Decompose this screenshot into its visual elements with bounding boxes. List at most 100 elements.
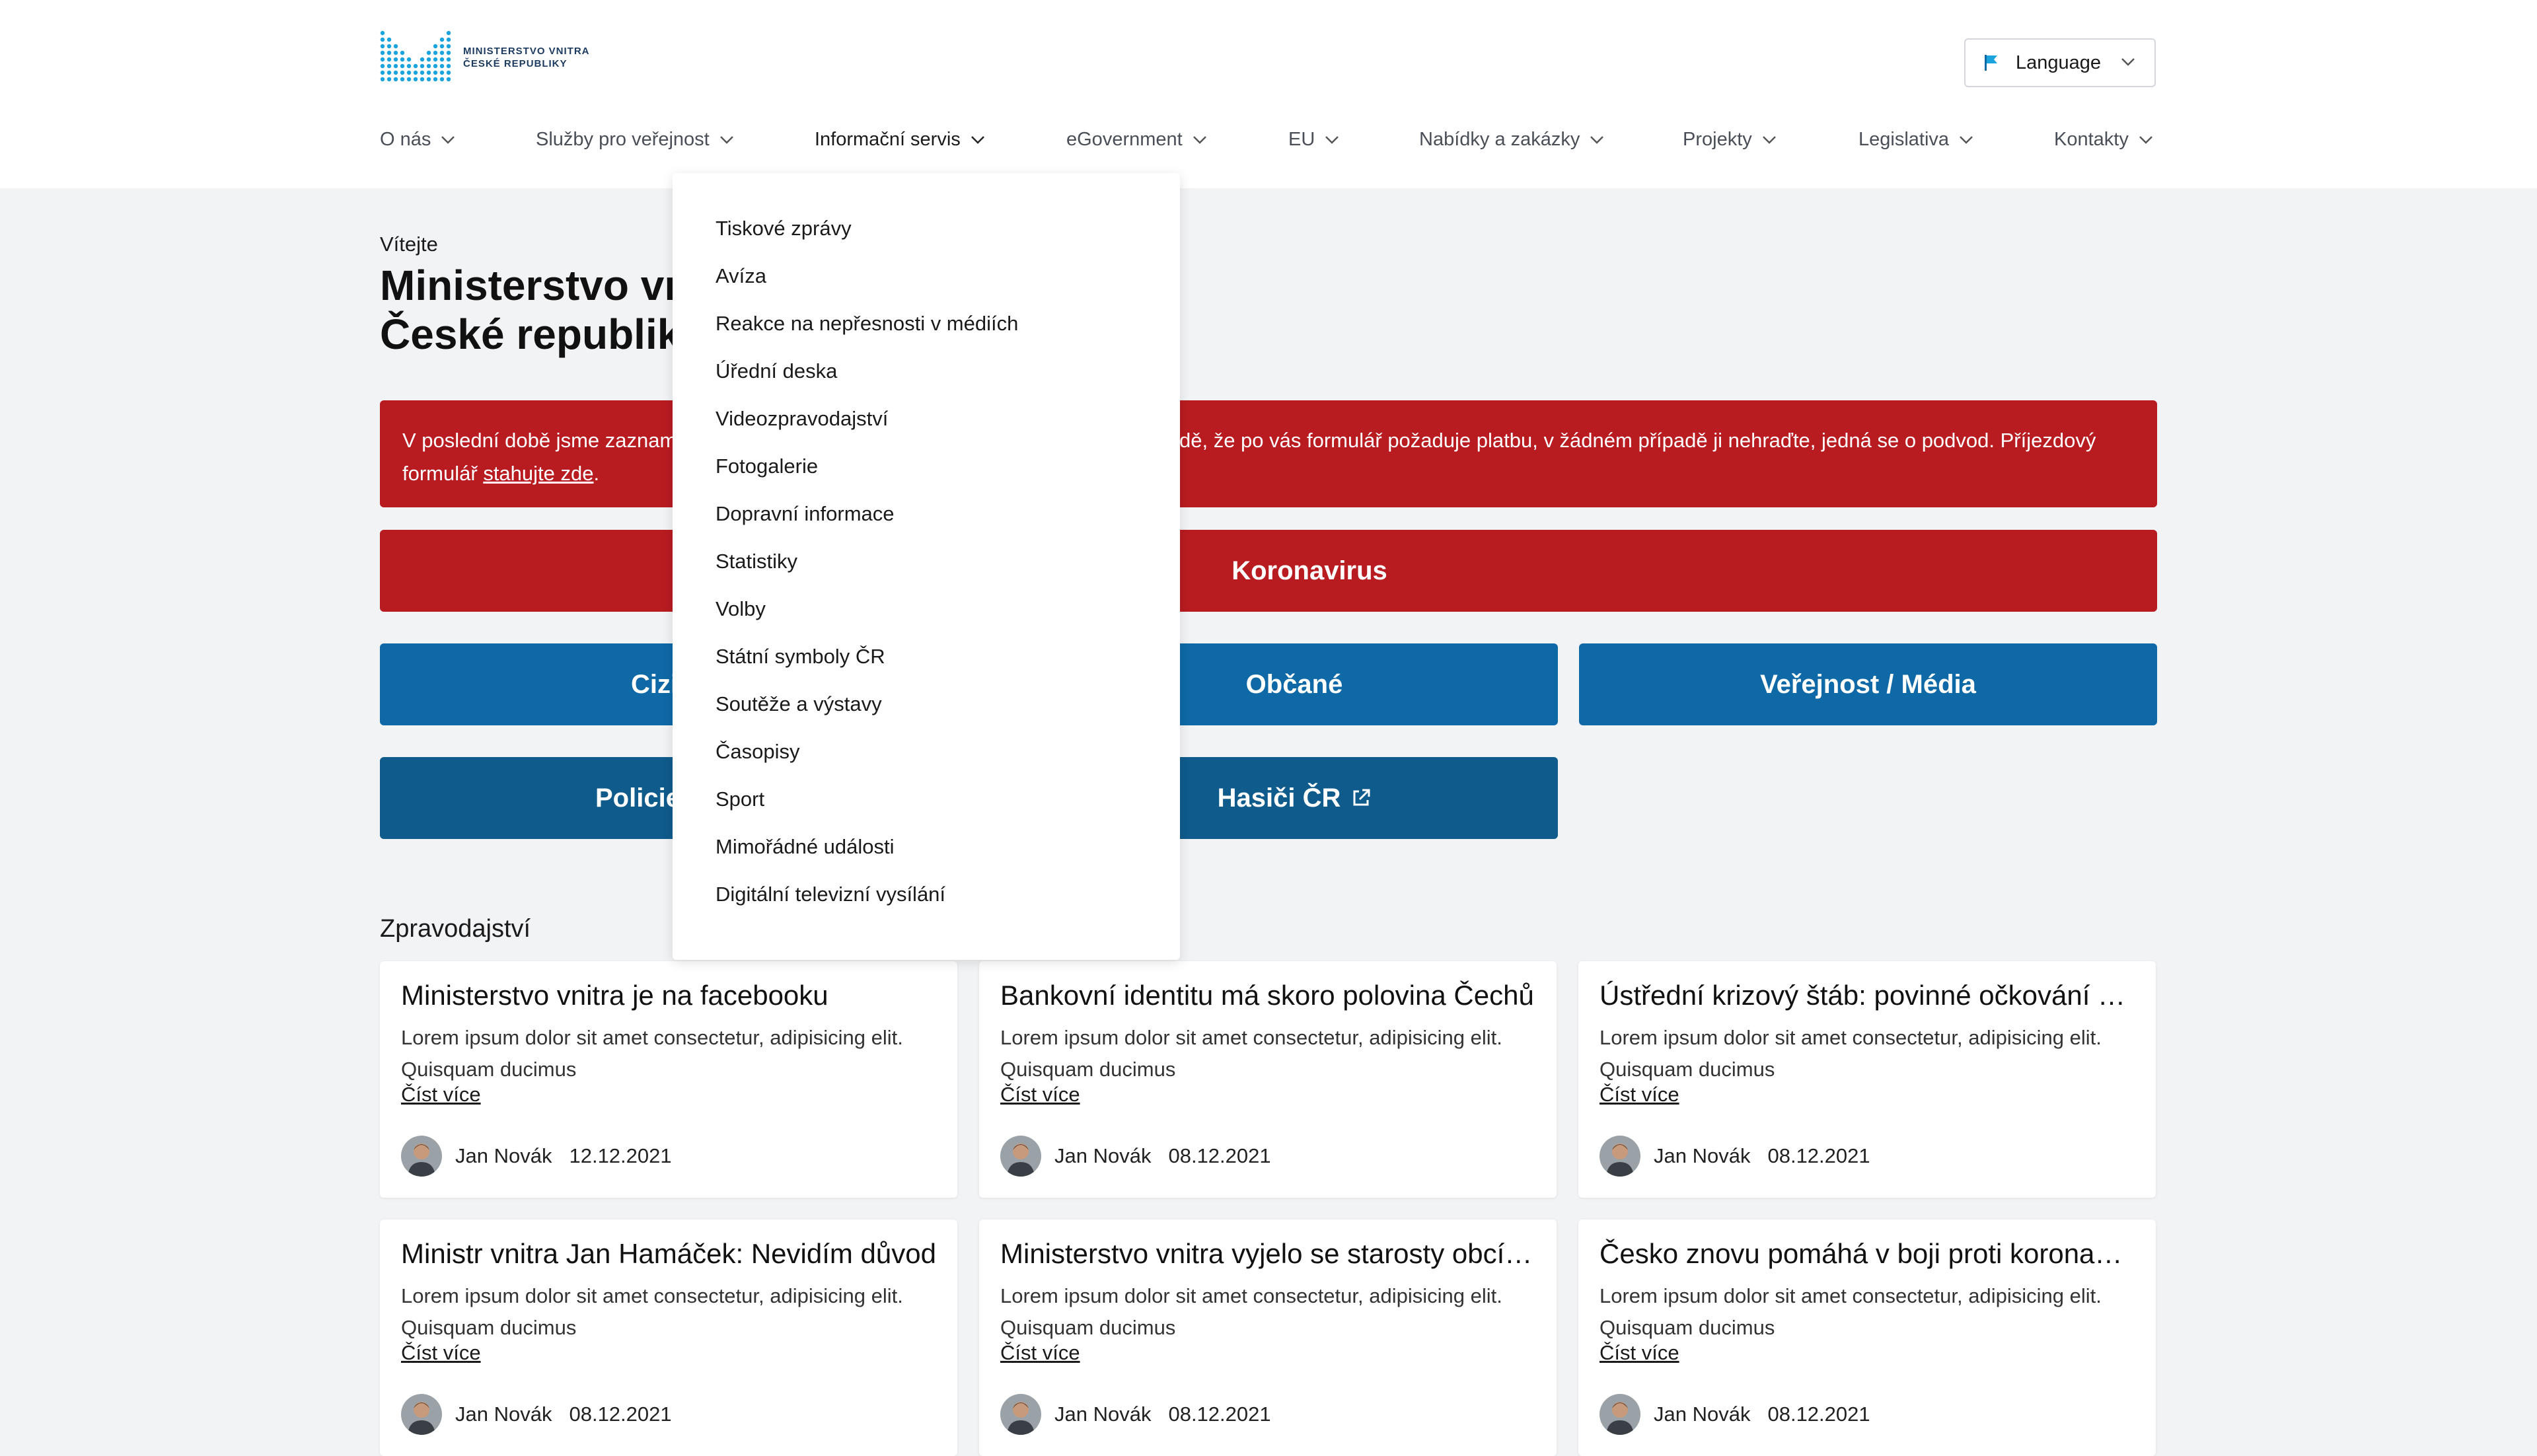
cizinci-label: Cizi [631, 669, 679, 699]
nav-item-projekty[interactable]: Projekty [1683, 129, 1777, 151]
author-name: Jan Novák [1054, 1144, 1152, 1167]
news-card-meta: Jan Novák 08.12.2021 [1599, 1136, 1870, 1177]
alert-line1-start: V poslední době jsme zaznam [402, 429, 677, 452]
fraud-alert: V poslední době jsme zaznam dě, že po vá… [380, 400, 2157, 507]
dropdown-item-mimoradne-udalosti[interactable]: Mimořádné události [716, 835, 895, 859]
news-card-title[interactable]: Ministerstvo vnitra je na facebooku [401, 980, 936, 1011]
main-nav: O nás Služby pro veřejnost Informační se… [380, 129, 2157, 155]
site-header: MINISTERSTVO VNITRA ČESKÉ REPUBLIKY Lang… [0, 0, 2537, 188]
logo-text-line1: MINISTERSTVO VNITRA [463, 46, 590, 57]
news-card[interactable]: Ministerstvo vnitra vyjelo se starosty o… [979, 1219, 1557, 1456]
koronavirus-button[interactable]: Koronavirus [380, 530, 2157, 612]
logo-mark-icon [380, 30, 451, 82]
news-card-title[interactable]: Ústřední krizový štáb: povinné očkování … [1599, 980, 2135, 1011]
news-card-text: Lorem ipsum dolor sit amet consectetur, … [1000, 1284, 1502, 1339]
ministry-logo[interactable]: MINISTERSTVO VNITRA ČESKÉ REPUBLIKY [380, 29, 590, 86]
news-date: 08.12.2021 [1767, 1402, 1870, 1426]
verejnost-media-label: Veřejnost / Média [1760, 669, 1976, 699]
author-avatar [401, 1394, 442, 1435]
author-name: Jan Novák [455, 1402, 552, 1426]
news-section-title: Zpravodajství [380, 915, 531, 943]
obcane-label: Občané [1245, 669, 1343, 699]
author-avatar [1000, 1136, 1041, 1177]
dropdown-item-casopisy[interactable]: Časopisy [716, 740, 800, 764]
read-more-link[interactable]: Číst více [1000, 1083, 1080, 1107]
chevron-down-icon [1960, 135, 1973, 144]
chevron-down-icon [719, 135, 733, 144]
news-card[interactable]: Česko znovu pomáhá v boji proti koronavi… [1578, 1219, 2156, 1456]
dropdown-item-uredni-deska[interactable]: Úřední deska [716, 359, 837, 383]
news-card-text: Lorem ipsum dolor sit amet consectetur, … [401, 1026, 903, 1081]
dropdown-item-dopravni-informace[interactable]: Dopravní informace [716, 502, 895, 526]
alert-line1-end: dě, že po vás formulář požaduje platbu, … [1179, 429, 2096, 452]
read-more-link[interactable]: Číst více [1000, 1341, 1080, 1365]
dropdown-item-volby[interactable]: Volby [716, 597, 766, 621]
author-name: Jan Novák [1654, 1402, 1751, 1426]
news-card-meta: Jan Novák 12.12.2021 [401, 1136, 672, 1177]
news-card-title[interactable]: Ministr vnitra Jan Hamáček: Nevidím důvo… [401, 1238, 936, 1270]
chevron-down-icon [1762, 135, 1776, 144]
external-link-icon [1353, 789, 1370, 806]
author-avatar [401, 1136, 442, 1177]
author-avatar [1599, 1394, 1640, 1435]
news-date: 08.12.2021 [1168, 1144, 1271, 1167]
download-form-link[interactable]: stahujte zde [483, 462, 593, 485]
nav-item-o-nas[interactable]: O nás [380, 129, 456, 151]
dropdown-item-videozpravodajstvi[interactable]: Videozpravodajství [716, 407, 888, 431]
language-selector[interactable]: Language [1964, 38, 2156, 87]
dropdown-item-aviza[interactable]: Avíza [716, 264, 766, 288]
news-card-text: Lorem ipsum dolor sit amet consectetur, … [1599, 1284, 2102, 1339]
news-card-text: Lorem ipsum dolor sit amet consectetur, … [1000, 1026, 1502, 1081]
welcome-text: Vítejte [380, 233, 438, 256]
read-more-link[interactable]: Číst více [401, 1341, 481, 1365]
chevron-down-icon [2139, 135, 2152, 144]
author-name: Jan Novák [1654, 1144, 1751, 1167]
news-card-meta: Jan Novák 08.12.2021 [1000, 1394, 1271, 1435]
news-card[interactable]: Ministerstvo vnitra je na facebooku Lore… [380, 961, 957, 1198]
dropdown-item-sport[interactable]: Sport [716, 787, 764, 811]
nav-item-informacni-servis[interactable]: Informační servis [815, 129, 986, 151]
news-card-meta: Jan Novák 08.12.2021 [1599, 1394, 1870, 1435]
nav-item-kontakty[interactable]: Kontakty [2054, 129, 2154, 151]
dropdown-item-statni-symboly[interactable]: Státní symboly ČR [716, 645, 885, 669]
chevron-down-icon [1590, 135, 1604, 144]
dropdown-item-digitalni-televize[interactable]: Digitální televizní vysílání [716, 883, 945, 906]
dropdown-item-reakce[interactable]: Reakce na nepřesnosti v médiích [716, 312, 1018, 336]
dropdown-item-fotogalerie[interactable]: Fotogalerie [716, 455, 818, 478]
author-avatar [1599, 1136, 1640, 1177]
logo-text-line2: ČESKÉ REPUBLIKY [463, 58, 568, 69]
dropdown-item-tiskove-zpravy[interactable]: Tiskové zprávy [716, 217, 852, 240]
nav-item-legislativa[interactable]: Legislativa [1858, 129, 1974, 151]
koronavirus-label: Koronavirus [1232, 556, 1387, 585]
dropdown-item-statistiky[interactable]: Statistiky [716, 550, 797, 573]
news-card-title[interactable]: Ministerstvo vnitra vyjelo se starosty o… [1000, 1238, 1535, 1270]
news-card[interactable]: Ústřední krizový štáb: povinné očkování … [1578, 961, 2156, 1198]
chevron-down-icon [971, 135, 984, 144]
news-card[interactable]: Bankovní identitu má skoro polovina Čech… [979, 961, 1557, 1198]
chevron-down-icon [441, 135, 455, 144]
verejnost-media-button[interactable]: Veřejnost / Média [1579, 643, 2157, 725]
dropdown-item-souteze[interactable]: Soutěže a výstavy [716, 692, 882, 716]
nav-item-egovernment[interactable]: eGovernment [1066, 129, 1208, 151]
alert-line2: formulář stahujte zde. [402, 462, 600, 485]
informacni-servis-dropdown: Tiskové zprávy Avíza Reakce na nepřesnos… [673, 173, 1180, 960]
news-card-text: Lorem ipsum dolor sit amet consectetur, … [1599, 1026, 2102, 1081]
read-more-link[interactable]: Číst více [1599, 1341, 1679, 1365]
chevron-down-icon [2121, 58, 2135, 66]
read-more-link[interactable]: Číst více [1599, 1083, 1679, 1107]
read-more-link[interactable]: Číst více [401, 1083, 481, 1107]
nav-item-sluzby[interactable]: Služby pro veřejnost [536, 129, 735, 151]
chevron-down-icon [1325, 135, 1339, 144]
logo-text: MINISTERSTVO VNITRA ČESKÉ REPUBLIKY [463, 45, 590, 70]
hasici-label: Hasiči ČR [1217, 783, 1341, 813]
news-card-meta: Jan Novák 08.12.2021 [1000, 1136, 1271, 1177]
author-avatar [1000, 1394, 1041, 1435]
news-card-title[interactable]: Bankovní identitu má skoro polovina Čech… [1000, 980, 1535, 1011]
policie-label: Policie [595, 783, 680, 813]
news-date: 08.12.2021 [569, 1402, 672, 1426]
nav-item-nabidky[interactable]: Nabídky a zakázky [1419, 129, 1605, 151]
news-card-title[interactable]: Česko znovu pomáhá v boji proti koronavi… [1599, 1238, 2135, 1270]
news-card[interactable]: Ministr vnitra Jan Hamáček: Nevidím důvo… [380, 1219, 957, 1456]
news-card-text: Lorem ipsum dolor sit amet consectetur, … [401, 1284, 903, 1339]
nav-item-eu[interactable]: EU [1288, 129, 1340, 151]
